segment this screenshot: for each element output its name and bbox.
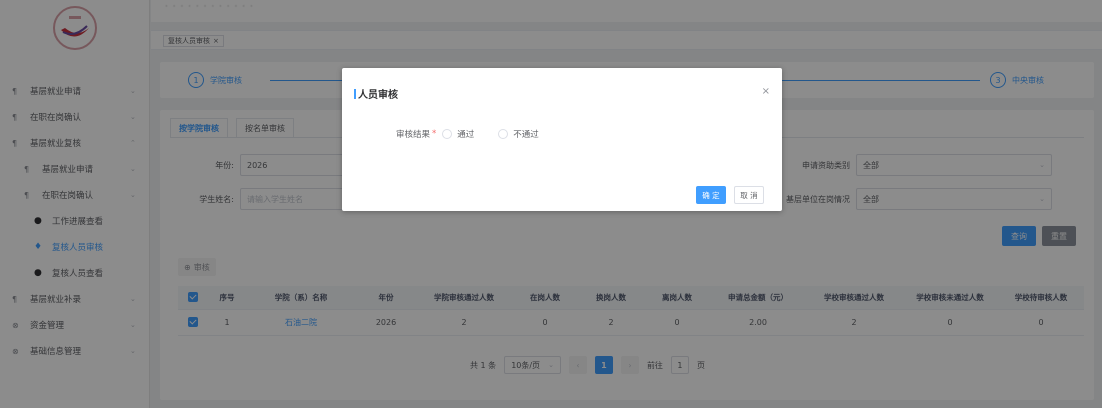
confirm-button[interactable]: 确 定	[696, 186, 726, 204]
review-result-label: 审核结果	[396, 130, 431, 140]
review-dialog: 人员审核 × 审核结果 * 通过 不通过 确 定 取 消	[342, 68, 782, 211]
radio-pass-label: 通过	[457, 130, 475, 140]
radio-circle-icon[interactable]	[442, 129, 453, 139]
dialog-title: 人员审核	[354, 86, 398, 101]
cancel-button[interactable]: 取 消	[734, 186, 764, 204]
radio-fail-label: 不通过	[513, 130, 539, 140]
radio-circle-icon[interactable]	[498, 129, 509, 139]
required-marker: *	[432, 129, 437, 139]
review-result-field: 审核结果 * 通过 不通过	[396, 128, 563, 140]
radio-fail[interactable]: 不通过	[498, 128, 539, 140]
close-icon[interactable]: ×	[762, 86, 770, 97]
radio-pass[interactable]: 通过	[442, 128, 474, 140]
